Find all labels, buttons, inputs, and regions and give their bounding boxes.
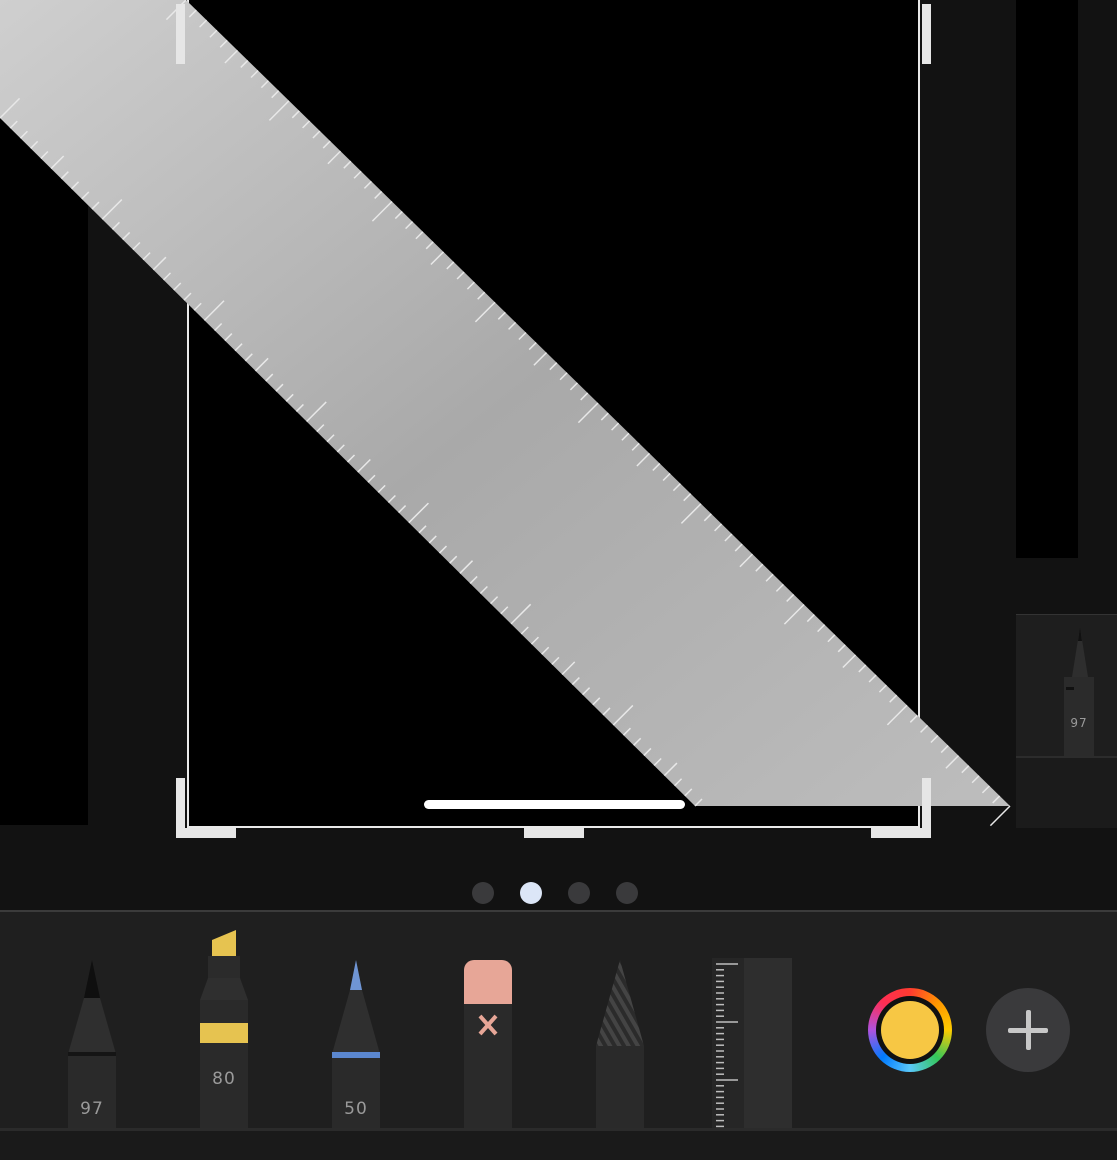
selected-color-swatch	[881, 1001, 939, 1059]
crop-handle-bottom-right-horizontal[interactable]	[871, 828, 931, 838]
eraser-icon	[464, 960, 512, 1130]
home-indicator[interactable]	[424, 800, 685, 809]
ruler-tool[interactable]	[712, 958, 792, 1130]
pencil-tool[interactable]: 50	[330, 958, 382, 1130]
next-page-thumbnail[interactable]	[1016, 0, 1078, 558]
pencil-width-label: 50	[344, 1099, 368, 1119]
crop-handle-top-right[interactable]	[922, 4, 931, 64]
plus-icon	[1008, 1010, 1048, 1050]
page-dot[interactable]	[472, 882, 494, 904]
page-dot[interactable]	[616, 882, 638, 904]
color-picker-button[interactable]	[868, 988, 952, 1072]
side-pen-label: 97	[1070, 716, 1088, 730]
crop-handle-bottom-left-horizontal[interactable]	[176, 828, 236, 838]
ruler-icon	[712, 958, 792, 1130]
lasso-tool[interactable]	[594, 958, 646, 1130]
toolbar-base	[0, 1128, 1117, 1160]
side-pen-icon	[1064, 627, 1094, 757]
add-tool-button[interactable]	[986, 988, 1070, 1072]
pen-width-label: 97	[80, 1099, 104, 1119]
crop-handle-top-left[interactable]	[176, 4, 185, 64]
marker-icon	[200, 930, 248, 1130]
marker-width-label: 80	[212, 1069, 236, 1089]
ruler-body	[0, 0, 1010, 806]
crop-handle-bottom-center[interactable]	[524, 828, 584, 838]
side-panel-shelf	[1016, 756, 1117, 828]
ruler-overlay[interactable]	[0, 0, 1117, 830]
color-well-ring	[876, 996, 944, 1064]
lasso-icon	[596, 960, 644, 1130]
marker-tool[interactable]: 80	[198, 928, 250, 1130]
pen-tool[interactable]: 97	[64, 958, 120, 1130]
page-dot[interactable]	[520, 882, 542, 904]
eraser-tool[interactable]	[462, 958, 514, 1130]
page-dot[interactable]	[568, 882, 590, 904]
